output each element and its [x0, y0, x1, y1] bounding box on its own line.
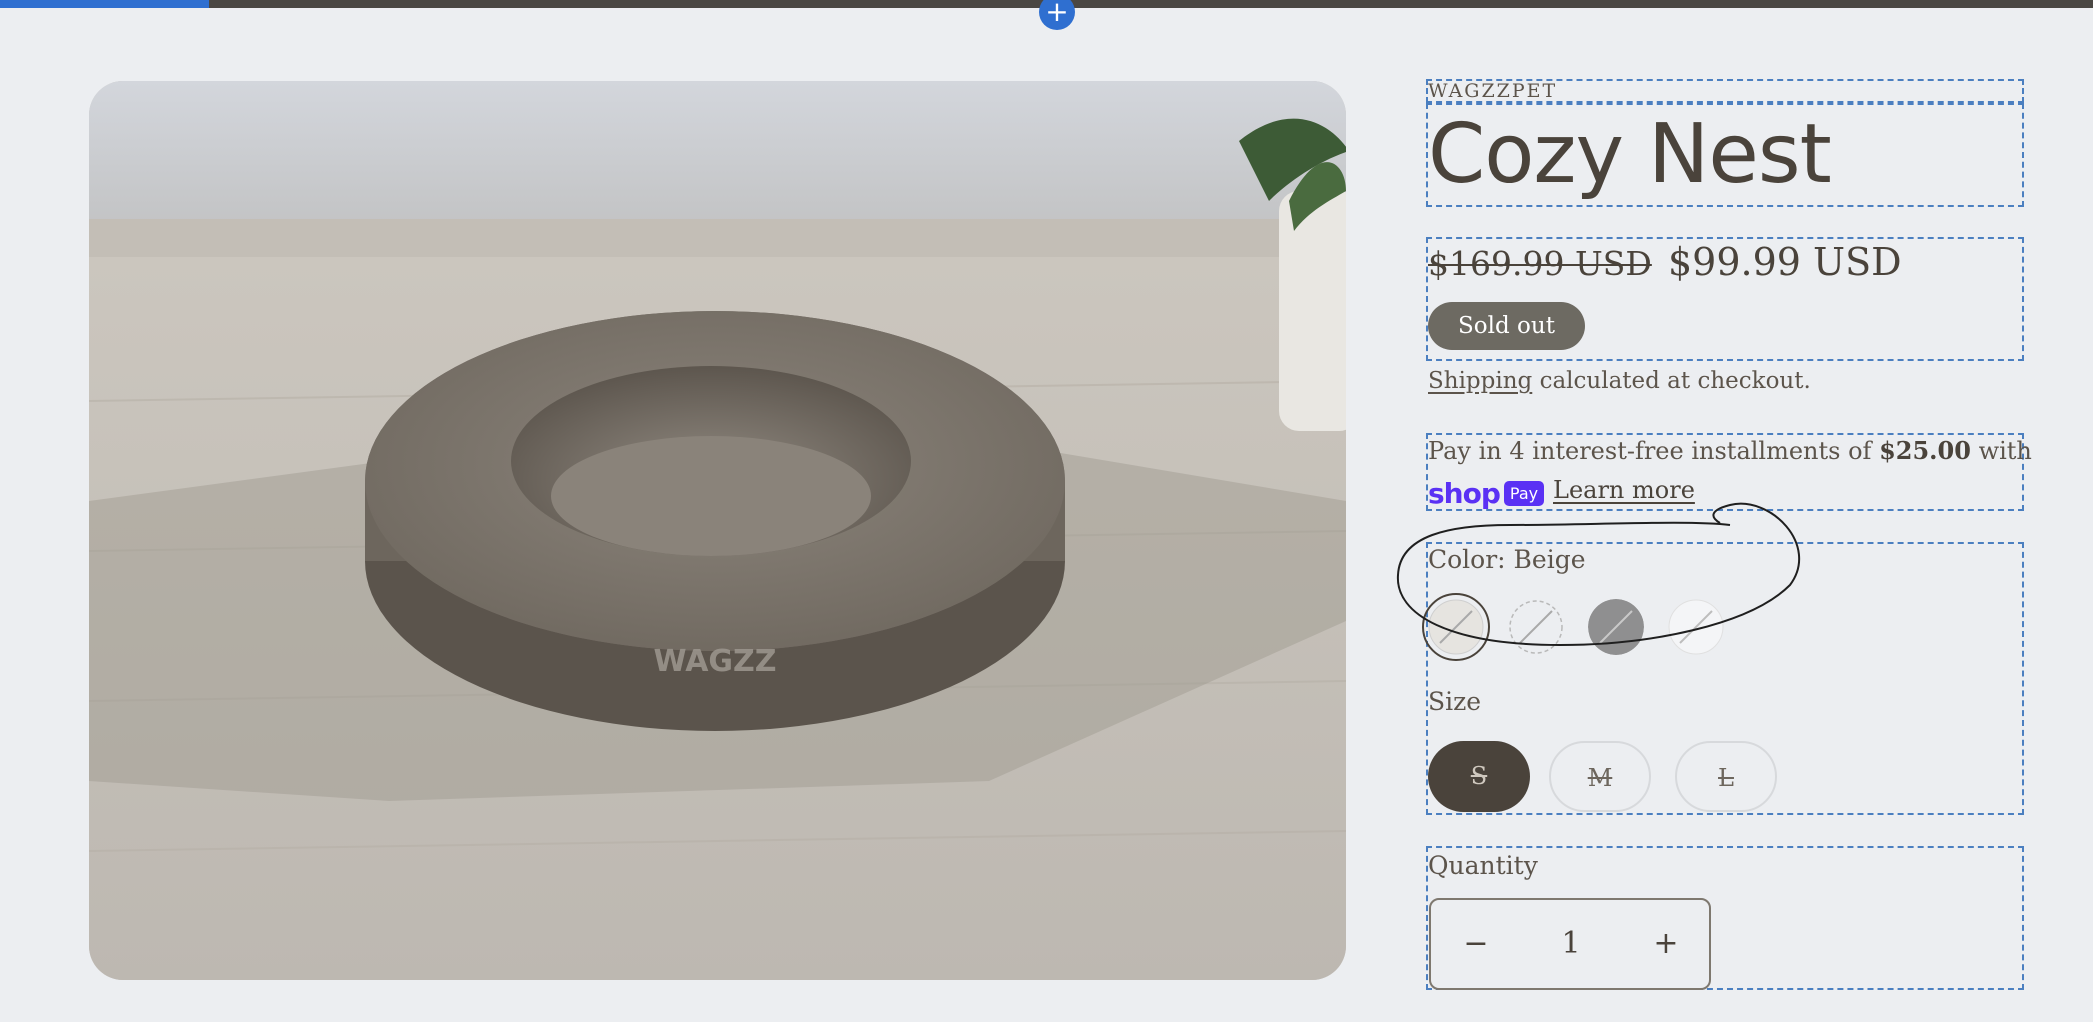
quantity-decrease-button[interactable]: −: [1431, 900, 1521, 988]
editor-progress-fill: [0, 0, 210, 8]
add-section-button[interactable]: +: [1039, 0, 1075, 30]
size-option-l[interactable]: L: [1675, 741, 1777, 812]
installments-text: Pay in 4 interest-free installments of $…: [1428, 436, 2032, 465]
color-swatch-cream[interactable]: [1508, 599, 1564, 655]
installments-prefix: Pay in 4 interest-free installments of: [1428, 437, 1880, 465]
quantity-stepper: − 1 +: [1429, 898, 1711, 990]
plus-icon: +: [1045, 0, 1069, 28]
shipping-text: calculated at checkout.: [1532, 368, 1811, 394]
color-swatch-grey[interactable]: [1588, 599, 1644, 655]
size-option-label: Size: [1428, 687, 1482, 716]
product-photo: WAGZZ: [89, 81, 1346, 980]
shop-pay-badge: Pay: [1503, 480, 1545, 506]
shipping-link[interactable]: Shipping: [1428, 368, 1532, 394]
color-swatch-white[interactable]: [1668, 599, 1724, 655]
learn-more-link[interactable]: Learn more: [1553, 476, 1695, 504]
quantity-input[interactable]: 1: [1521, 900, 1621, 988]
installments-suffix: with: [1970, 437, 2032, 465]
quantity-label: Quantity: [1428, 851, 1538, 880]
product-brand-text: WAGZZ: [653, 644, 776, 679]
installments-amount: $25.00: [1879, 436, 1971, 465]
shipping-policy: Shipping calculated at checkout.: [1428, 368, 1811, 394]
sold-out-badge: Sold out: [1428, 302, 1585, 350]
shop-pay-logo: shop Pay: [1428, 476, 1545, 510]
sale-price: $99.99 USD: [1668, 240, 1902, 284]
size-option-s[interactable]: S: [1428, 741, 1530, 812]
compare-at-price: $169.99 USD: [1428, 244, 1652, 283]
color-swatch-beige[interactable]: [1428, 599, 1484, 655]
color-option-label: Color: Beige: [1428, 545, 1586, 574]
product-title: Cozy Nest: [1428, 107, 1832, 202]
product-image[interactable]: WAGZZ: [89, 81, 1346, 980]
size-option-m[interactable]: M: [1549, 741, 1651, 812]
quantity-increase-button[interactable]: +: [1621, 900, 1711, 988]
product-vendor: WAGZZPET: [1428, 80, 1558, 102]
shop-pay-wordmark: shop: [1428, 476, 1501, 510]
